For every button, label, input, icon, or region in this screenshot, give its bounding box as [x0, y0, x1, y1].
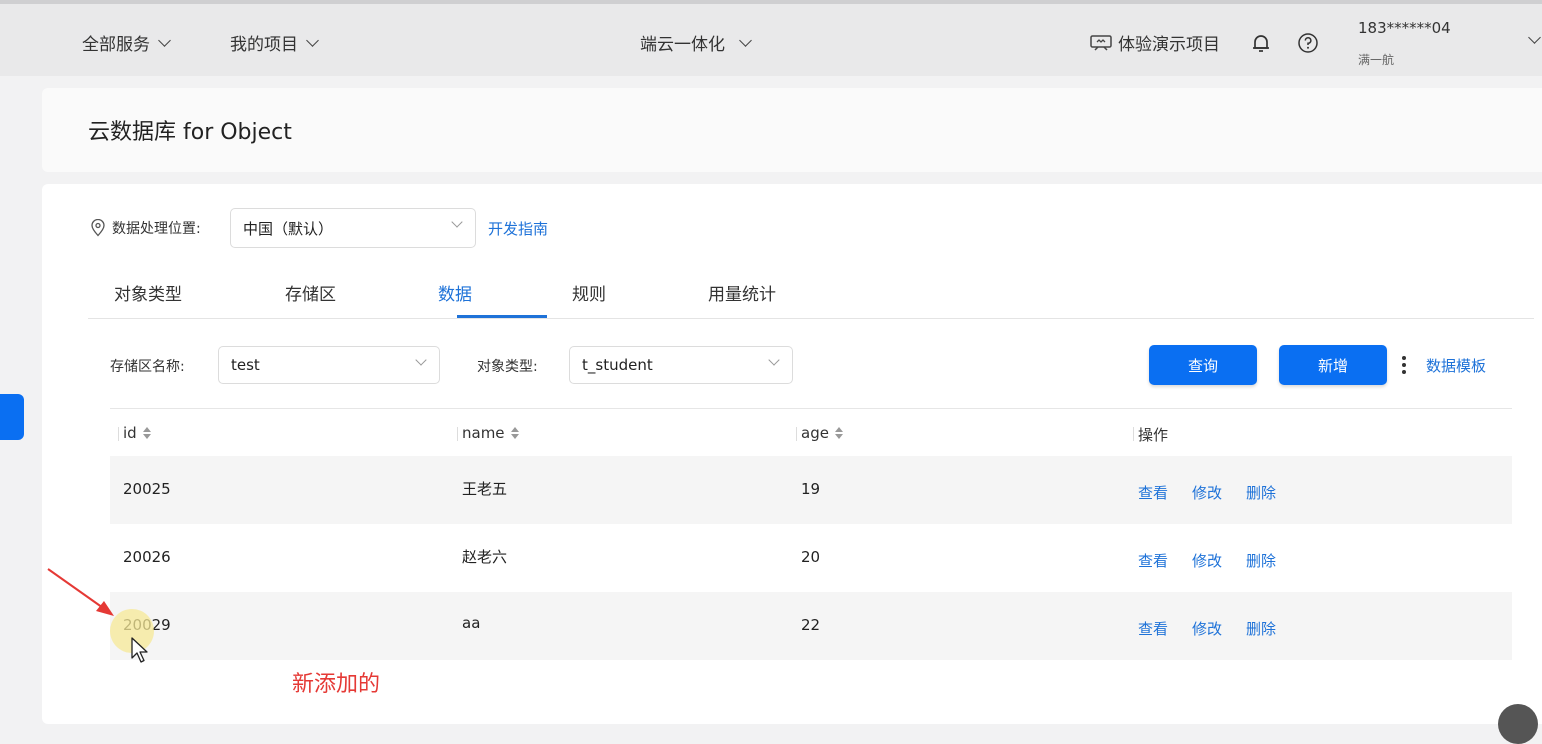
zone-label: 存储区名称:: [110, 359, 185, 375]
column-header-name[interactable]: name: [457, 424, 519, 442]
chevron-down-icon: [739, 33, 752, 47]
help-icon[interactable]: [1297, 32, 1319, 54]
data-template-link[interactable]: 数据模板: [1426, 355, 1486, 376]
table-row: 20025 王老五 19 查看 修改 删除: [110, 456, 1512, 524]
title-card: 云数据库 for Object: [42, 88, 1542, 172]
location-select-value: 中国（默认）: [243, 219, 334, 238]
user-name: 满一航: [1358, 53, 1395, 67]
location-select[interactable]: 中国（默认）: [230, 208, 476, 248]
add-button[interactable]: 新增: [1279, 345, 1387, 385]
tab-rules[interactable]: 规则: [572, 280, 606, 305]
column-divider: [118, 427, 119, 441]
sort-icon[interactable]: [834, 427, 843, 439]
user-menu-chevron-icon[interactable]: [1528, 31, 1541, 44]
demo-project-link[interactable]: 体验演示项目: [1090, 30, 1220, 55]
delete-link[interactable]: 删除: [1246, 618, 1276, 639]
top-navigation-bar: 全部服务 我的项目 端云一体化 体验演示项目 183******04 满一航: [0, 0, 1542, 76]
chevron-down-icon: [158, 33, 171, 47]
tab-bar: 对象类型 存储区 数据 规则 用量统计: [88, 266, 1534, 319]
column-header-age[interactable]: age: [796, 424, 843, 442]
table-row: 20026 赵老六 20 查看 修改 删除: [110, 524, 1512, 592]
my-projects-menu[interactable]: 我的项目: [230, 30, 319, 55]
demo-project-label: 体验演示项目: [1118, 35, 1220, 55]
tab-usage-stats[interactable]: 用量统计: [708, 280, 776, 305]
cell-name: aa: [462, 614, 481, 632]
column-divider: [457, 427, 458, 441]
cell-age: 19: [801, 480, 821, 498]
tab-object-type[interactable]: 对象类型: [114, 280, 182, 305]
bell-icon[interactable]: [1250, 32, 1272, 54]
zone-select-value: test: [231, 356, 260, 374]
more-options-icon[interactable]: [1401, 354, 1407, 376]
delete-link[interactable]: 删除: [1246, 482, 1276, 503]
demo-screen-icon: [1090, 34, 1112, 51]
column-divider: [1133, 427, 1134, 441]
column-header-label: name: [462, 424, 505, 442]
my-projects-label: 我的项目: [230, 35, 298, 55]
chevron-down-icon: [415, 354, 427, 366]
chevron-down-icon: [306, 33, 319, 47]
dev-guide-link[interactable]: 开发指南: [488, 218, 548, 239]
object-type-select[interactable]: t_student: [569, 346, 793, 384]
cell-age: 22: [801, 616, 821, 634]
project-selector[interactable]: 端云一体化: [640, 30, 752, 55]
query-button[interactable]: 查询: [1149, 345, 1257, 385]
edit-link[interactable]: 修改: [1192, 618, 1222, 639]
sort-icon[interactable]: [142, 427, 151, 439]
project-selector-label: 端云一体化: [640, 35, 725, 55]
cell-id: 20025: [123, 480, 171, 498]
cell-name: 赵老六: [462, 548, 508, 566]
delete-link[interactable]: 删除: [1246, 550, 1276, 571]
view-link[interactable]: 查看: [1138, 482, 1168, 503]
tab-data[interactable]: 数据: [438, 280, 472, 305]
column-header-label: age: [801, 424, 829, 442]
location-row: 数据处理位置:: [90, 208, 201, 248]
mouse-cursor-icon: [131, 637, 148, 663]
edit-link[interactable]: 修改: [1192, 550, 1222, 571]
object-type-select-value: t_student: [582, 356, 653, 374]
cell-age: 20: [801, 548, 821, 566]
location-pin-icon: [91, 219, 105, 237]
tab-storage-zone[interactable]: 存储区: [285, 280, 336, 305]
annotation-text: 新添加的: [292, 672, 381, 697]
active-tab-indicator: [457, 315, 547, 318]
cell-id: 20026: [123, 548, 171, 566]
view-link[interactable]: 查看: [1138, 618, 1168, 639]
user-phone[interactable]: 183******04: [1358, 19, 1451, 37]
column-header-actions: 操作: [1133, 424, 1169, 445]
all-services-menu[interactable]: 全部服务: [82, 30, 171, 55]
column-divider: [796, 427, 797, 441]
annotation-arrow-icon: [47, 568, 114, 616]
object-type-label: 对象类型:: [477, 359, 538, 375]
chevron-down-icon: [451, 216, 463, 228]
column-header-label: id: [123, 424, 137, 442]
zone-select[interactable]: test: [218, 346, 440, 384]
column-header-id[interactable]: id: [118, 424, 151, 442]
sort-icon[interactable]: [510, 427, 519, 439]
floating-action-button[interactable]: [1498, 704, 1538, 744]
side-panel-toggle[interactable]: [0, 394, 24, 440]
table-row: 20029 aa 22 查看 修改 删除: [110, 592, 1512, 660]
table-header: id name age 操作: [110, 408, 1512, 457]
view-link[interactable]: 查看: [1138, 550, 1168, 571]
chevron-down-icon: [768, 354, 780, 366]
page-title: 云数据库 for Object: [88, 120, 292, 145]
edit-link[interactable]: 修改: [1192, 482, 1222, 503]
all-services-label: 全部服务: [82, 35, 150, 55]
cell-name: 王老五: [462, 480, 508, 498]
main-card: 数据处理位置: 中国（默认） 开发指南 对象类型 存储区 数据 规则 用量统计 …: [42, 184, 1542, 724]
location-label: 数据处理位置:: [112, 221, 201, 237]
column-header-label: 操作: [1138, 426, 1169, 444]
